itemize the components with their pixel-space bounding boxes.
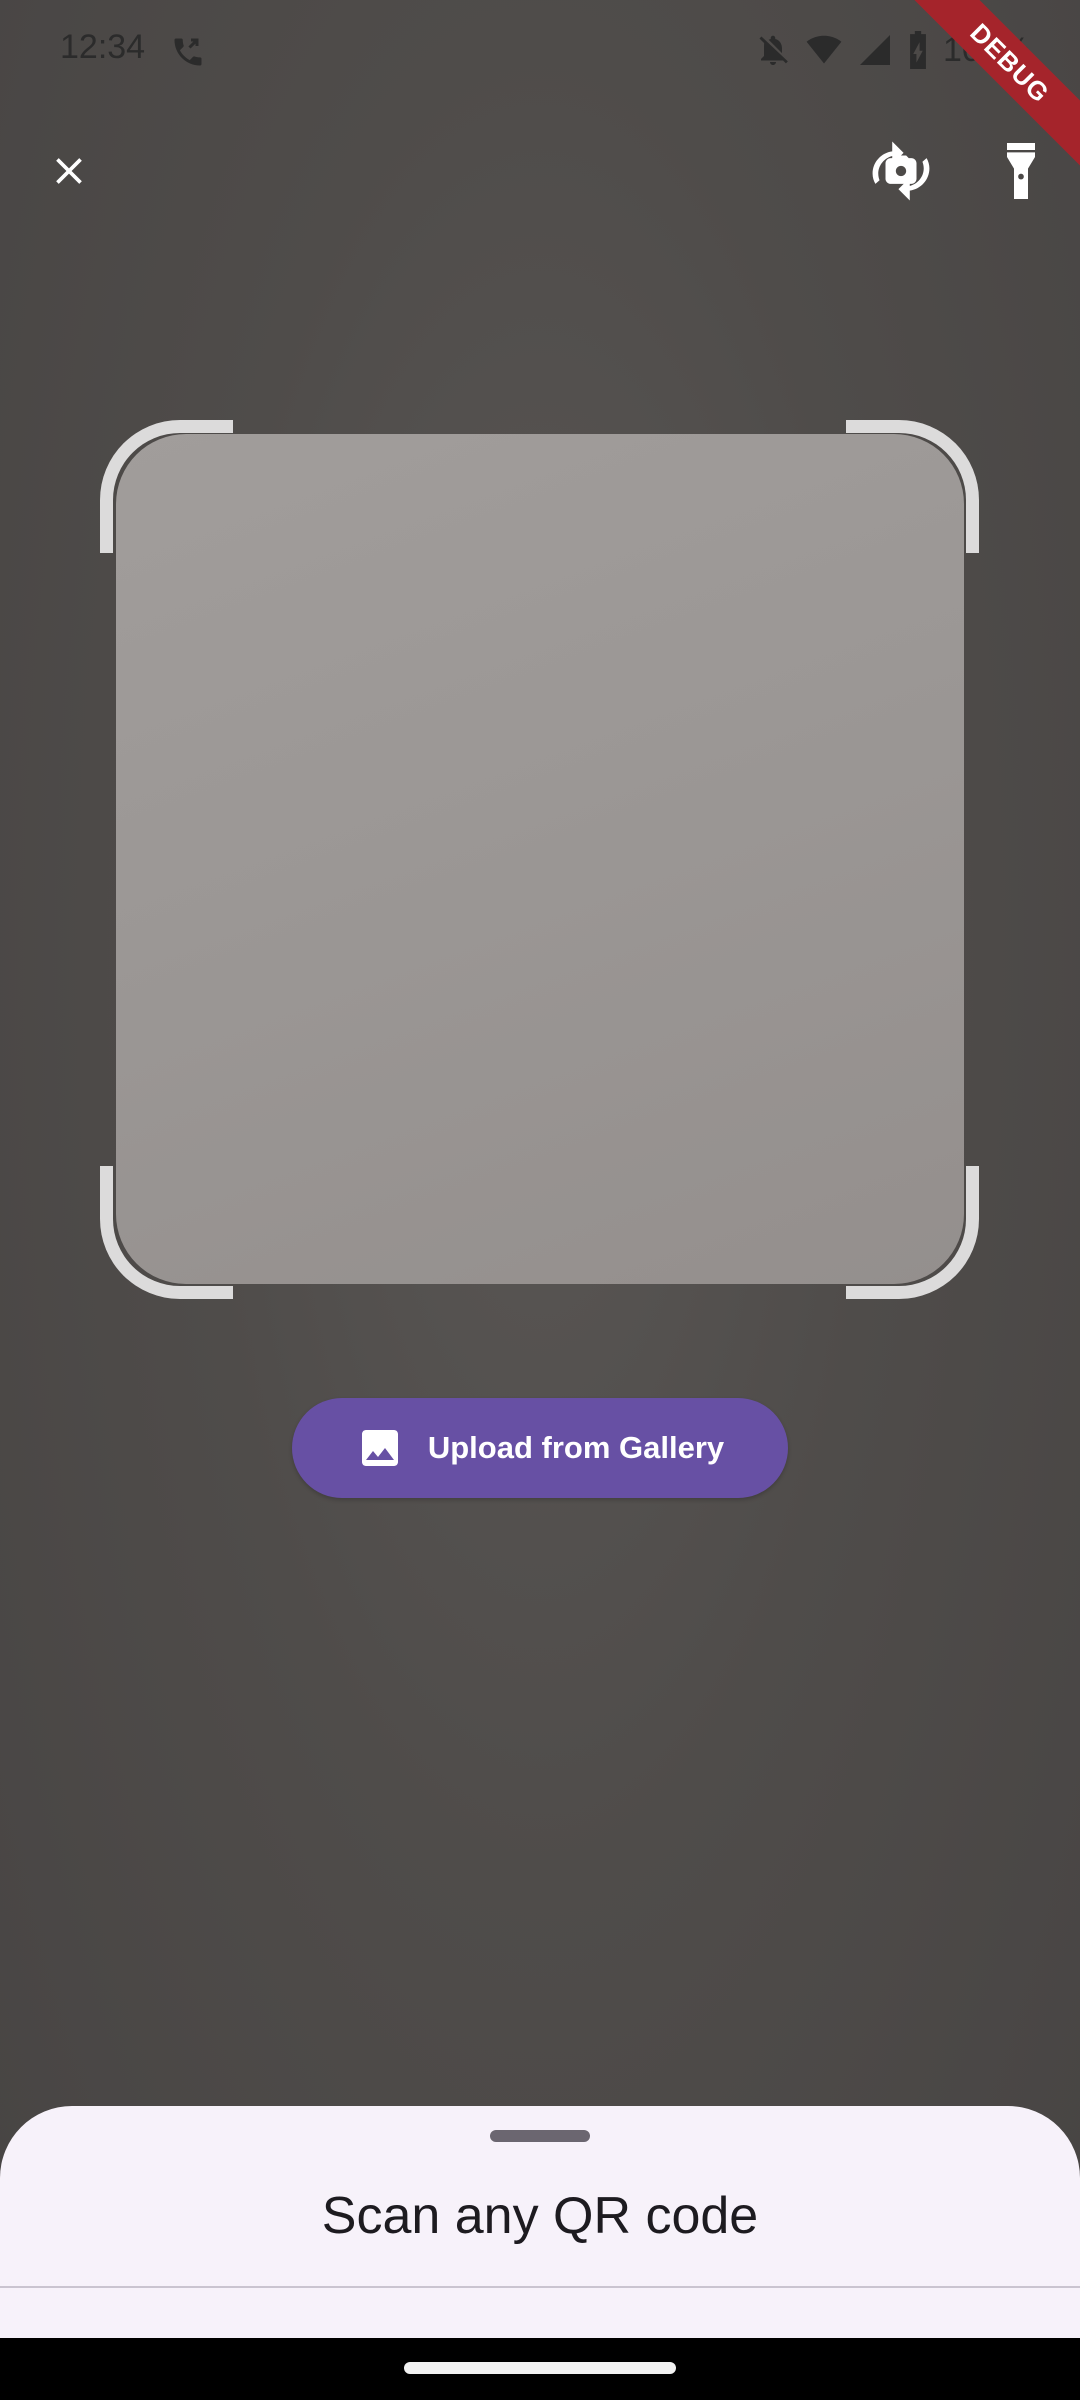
flashlight-icon xyxy=(1007,143,1035,199)
wifi-icon xyxy=(806,35,842,64)
flashlight-button[interactable] xyxy=(976,126,1066,216)
switch-camera-button[interactable] xyxy=(856,126,946,216)
home-indicator[interactable] xyxy=(404,2362,676,2374)
drag-handle[interactable] xyxy=(490,2130,590,2142)
sheet-title: Scan any QR code xyxy=(321,2187,759,2245)
close-button[interactable] xyxy=(24,126,114,216)
battery-charging-icon xyxy=(910,31,926,69)
signal-icon xyxy=(860,35,891,65)
status-time: 12:34 xyxy=(60,28,146,66)
upload-button-label: Upload from Gallery xyxy=(427,1430,725,1465)
bell-off-icon xyxy=(759,35,788,65)
close-icon xyxy=(56,158,82,184)
switch-camera-icon xyxy=(872,141,930,201)
divider xyxy=(0,2286,1080,2288)
scan-window xyxy=(116,434,964,1284)
image-icon xyxy=(361,1430,398,1466)
upload-from-gallery-button[interactable]: Upload from Gallery xyxy=(292,1398,788,1498)
call-forward-icon xyxy=(174,38,202,66)
status-bar: 12:34 100% DEBUG xyxy=(0,0,1080,172)
